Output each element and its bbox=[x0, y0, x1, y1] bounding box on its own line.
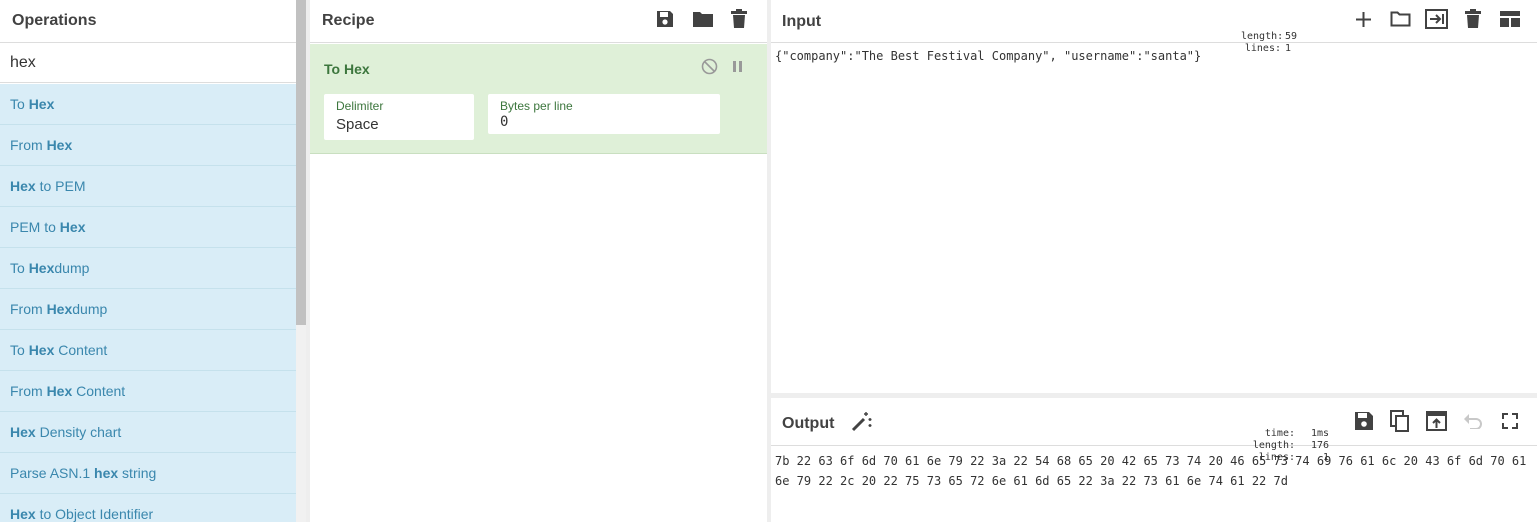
input-output-icon[interactable] bbox=[1425, 9, 1448, 29]
output-text[interactable]: 7b 22 63 6f 6d 70 61 6e 79 22 3a 22 54 6… bbox=[775, 451, 1533, 491]
operation-item[interactable]: To Hex Content bbox=[0, 330, 296, 371]
recipe-operation-title: To Hex bbox=[324, 61, 370, 77]
folder-icon[interactable] bbox=[692, 10, 714, 28]
operation-item[interactable]: Hex to Object Identifier bbox=[0, 494, 296, 522]
delimiter-value[interactable]: Space bbox=[336, 116, 379, 133]
layout-icon[interactable] bbox=[1500, 11, 1520, 27]
operations-pane: Operations To Hex From Hex Hex to PEM PE… bbox=[0, 0, 306, 522]
plus-icon[interactable] bbox=[1355, 11, 1372, 28]
recipe-title: Recipe bbox=[322, 12, 375, 29]
input-header: Input length: lines: 59 1 bbox=[771, 0, 1537, 54]
input-title: Input bbox=[782, 13, 822, 30]
operation-item[interactable]: PEM to Hex bbox=[0, 207, 296, 248]
input-stat-values: 59 1 bbox=[1285, 31, 1298, 54]
operation-item[interactable]: Hex to PEM bbox=[0, 166, 296, 207]
output-title: Output bbox=[782, 415, 835, 432]
bytes-per-line-label: Bytes per line bbox=[500, 99, 573, 113]
input-stat-labels: length: lines: bbox=[1241, 31, 1284, 54]
trash-icon[interactable] bbox=[730, 9, 748, 29]
pause-icon[interactable] bbox=[732, 60, 744, 73]
delimiter-field[interactable]: Delimiter Space bbox=[324, 94, 474, 140]
operations-scrollbar-thumb[interactable] bbox=[296, 0, 306, 325]
save-icon[interactable] bbox=[655, 9, 675, 29]
undo-icon[interactable] bbox=[1463, 413, 1483, 429]
operation-item[interactable]: Hex Density chart bbox=[0, 412, 296, 453]
trash-icon[interactable] bbox=[1465, 9, 1481, 29]
folder-icon[interactable] bbox=[1390, 10, 1411, 28]
copy-icon[interactable] bbox=[1390, 410, 1410, 432]
output-header: Output time: length: lines: 1ms 176 1 bbox=[771, 398, 1537, 463]
operation-item[interactable]: To Hexdump bbox=[0, 248, 296, 289]
fullscreen-icon[interactable] bbox=[1502, 413, 1518, 429]
operation-item[interactable]: From Hex Content bbox=[0, 371, 296, 412]
replace-input-icon[interactable] bbox=[1426, 411, 1447, 431]
operation-item[interactable]: From Hexdump bbox=[0, 289, 296, 330]
save-icon[interactable] bbox=[1354, 411, 1374, 431]
operation-item[interactable]: To Hex bbox=[0, 84, 296, 125]
magic-wand-icon[interactable] bbox=[851, 410, 873, 432]
operations-list: To Hex From Hex Hex to PEM PEM to Hex To… bbox=[0, 84, 296, 522]
operations-search-input[interactable] bbox=[0, 44, 296, 83]
recipe-header: Recipe bbox=[310, 0, 767, 43]
operations-title: Operations bbox=[0, 0, 296, 43]
disable-icon[interactable] bbox=[701, 58, 718, 75]
bytes-per-line-field[interactable]: Bytes per line 0 bbox=[488, 94, 720, 134]
bytes-per-line-value[interactable]: 0 bbox=[500, 114, 508, 130]
delimiter-label: Delimiter bbox=[336, 99, 384, 113]
operation-item[interactable]: From Hex bbox=[0, 125, 296, 166]
input-textarea[interactable]: {"company":"The Best Festival Company", … bbox=[775, 49, 1201, 63]
operation-item[interactable]: Parse ASN.1 hex string bbox=[0, 453, 296, 494]
